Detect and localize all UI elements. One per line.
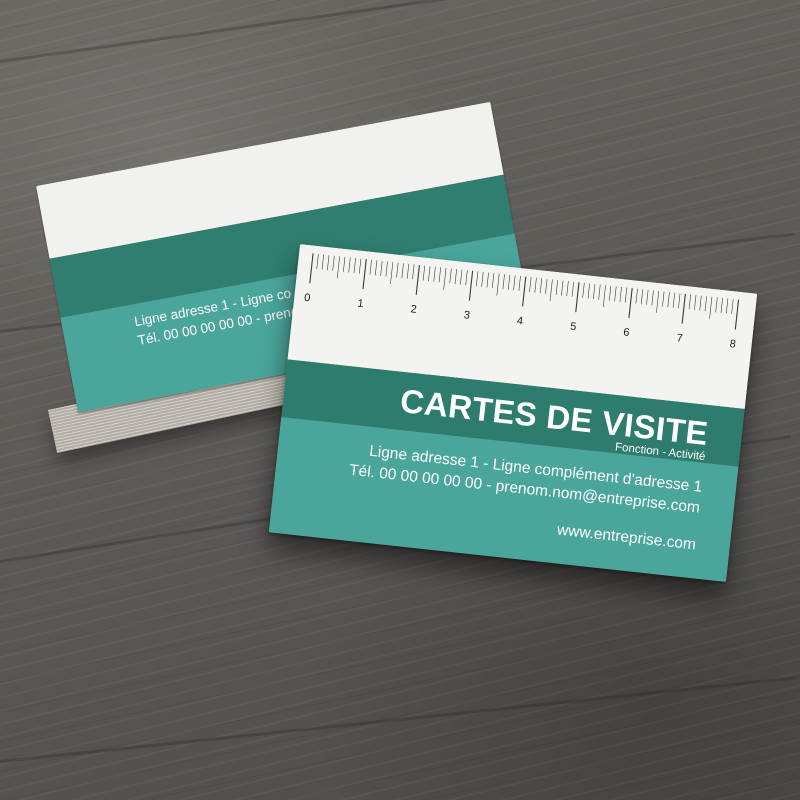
ruler-major-tick bbox=[415, 264, 420, 295]
ruler-minor-tick bbox=[353, 258, 356, 274]
ruler-number: 1 bbox=[357, 298, 364, 311]
ruler-minor-tick bbox=[321, 254, 324, 270]
ruler-number: 4 bbox=[516, 315, 523, 328]
ruler-minor-tick bbox=[454, 269, 457, 285]
ruler-number: 3 bbox=[463, 309, 470, 322]
ruler-minor-tick bbox=[332, 255, 335, 271]
ruler-minor-tick bbox=[316, 254, 319, 269]
ruler-minor-tick bbox=[651, 290, 654, 306]
ruler-minor-tick bbox=[720, 297, 723, 313]
ruler-minor-tick bbox=[390, 262, 394, 285]
ruler-minor-tick bbox=[443, 267, 447, 290]
ruler-minor-tick bbox=[635, 288, 638, 304]
ruler-minor-tick bbox=[561, 280, 564, 296]
ruler-minor-tick bbox=[496, 273, 500, 296]
ruler-minor-tick bbox=[359, 258, 362, 274]
ruler-number: 6 bbox=[623, 326, 630, 339]
ruler-minor-tick bbox=[571, 281, 574, 297]
ruler-minor-tick bbox=[672, 292, 676, 308]
ruler-minor-tick bbox=[507, 274, 511, 290]
ruler-minor-tick bbox=[608, 285, 612, 301]
ruler-number: 5 bbox=[570, 321, 577, 334]
ruler-minor-tick bbox=[428, 266, 431, 282]
ruler-major-tick bbox=[681, 293, 686, 324]
ruler-minor-tick bbox=[715, 297, 718, 313]
ruler-minor-tick bbox=[640, 289, 644, 305]
ruler-minor-tick bbox=[694, 295, 697, 311]
ruler-minor-tick bbox=[529, 277, 532, 293]
ruler-minor-tick bbox=[656, 290, 660, 313]
ruler-minor-tick bbox=[662, 291, 665, 307]
ruler-minor-tick bbox=[348, 257, 351, 273]
ruler-major-tick bbox=[468, 270, 474, 301]
ruler-minor-tick bbox=[725, 298, 729, 314]
ruler-minor-tick bbox=[731, 299, 734, 315]
ruler-minor-tick bbox=[438, 267, 442, 283]
ruler-minor-tick bbox=[539, 278, 543, 294]
ruler-minor-tick bbox=[374, 260, 378, 276]
ruler-minor-tick bbox=[614, 286, 617, 302]
ruler-major-tick bbox=[362, 259, 367, 290]
ruler-number: 2 bbox=[410, 303, 417, 316]
ruler-minor-tick bbox=[449, 268, 452, 284]
ruler-minor-tick bbox=[502, 274, 505, 290]
ruler-labels: 0 1 2 3 4 5 6 7 8 bbox=[304, 292, 737, 351]
ruler-minor-tick bbox=[646, 289, 649, 305]
ruler-minor-tick bbox=[412, 264, 415, 280]
ruler-minor-tick bbox=[385, 261, 388, 277]
ruler-minor-tick bbox=[422, 265, 426, 281]
ruler-minor-tick bbox=[534, 277, 537, 293]
wood-grain bbox=[0, 676, 796, 763]
ruler-minor-tick bbox=[369, 259, 372, 275]
ruler-minor-tick bbox=[476, 271, 479, 287]
ruler-minor-tick bbox=[481, 271, 484, 287]
ruler-minor-tick bbox=[491, 273, 495, 289]
ruler-minor-tick bbox=[327, 255, 330, 271]
ruler-minor-tick bbox=[460, 269, 463, 285]
ruler-major-tick bbox=[309, 253, 314, 284]
ruler-minor-tick bbox=[486, 272, 489, 288]
ruler-minor-tick bbox=[566, 281, 569, 297]
ruler-number: 8 bbox=[729, 338, 736, 351]
ruler-minor-tick bbox=[555, 280, 559, 295]
ruler-minor-tick bbox=[545, 278, 548, 294]
ruler-minor-tick bbox=[518, 275, 521, 291]
ruler-minor-tick bbox=[343, 256, 346, 272]
wooden-table: Ligne adresse 1 - Ligne co Tél. 00 00 00… bbox=[0, 0, 800, 800]
ruler-minor-tick bbox=[433, 266, 436, 282]
front-business-card: 012345678 CARTES DE VISITE Fonction - Ac… bbox=[268, 244, 758, 582]
wood-grain bbox=[0, 0, 793, 63]
ruler-minor-tick bbox=[709, 296, 713, 319]
ruler-minor-tick bbox=[602, 285, 606, 308]
ruler-minor-tick bbox=[513, 275, 516, 291]
ruler-major-tick bbox=[575, 282, 580, 313]
ruler-minor-tick bbox=[619, 286, 622, 302]
ruler-minor-tick bbox=[396, 262, 399, 278]
ruler-minor-tick bbox=[699, 295, 702, 311]
ruler-major-tick bbox=[734, 299, 740, 330]
ruler-minor-tick bbox=[582, 282, 585, 298]
ruler-number: 7 bbox=[676, 332, 683, 345]
ruler-minor-tick bbox=[336, 256, 340, 279]
ruler-major-tick bbox=[628, 288, 633, 319]
ruler-minor-tick bbox=[549, 279, 553, 302]
ruler-minor-tick bbox=[688, 294, 691, 310]
ruler-minor-tick bbox=[704, 296, 707, 312]
ruler-minor-tick bbox=[624, 287, 628, 303]
ruler-minor-tick bbox=[598, 284, 601, 300]
ruler-minor-tick bbox=[678, 293, 681, 309]
ruler-number: 0 bbox=[304, 292, 311, 305]
ruler-minor-tick bbox=[593, 284, 596, 300]
ruler-minor-tick bbox=[380, 260, 383, 276]
ruler-minor-tick bbox=[465, 270, 468, 286]
ruler-minor-tick bbox=[667, 292, 670, 308]
ruler-minor-tick bbox=[406, 263, 410, 279]
ruler-major-tick bbox=[522, 276, 527, 307]
ruler-minor-tick bbox=[401, 263, 404, 279]
ruler-minor-tick bbox=[587, 283, 590, 299]
